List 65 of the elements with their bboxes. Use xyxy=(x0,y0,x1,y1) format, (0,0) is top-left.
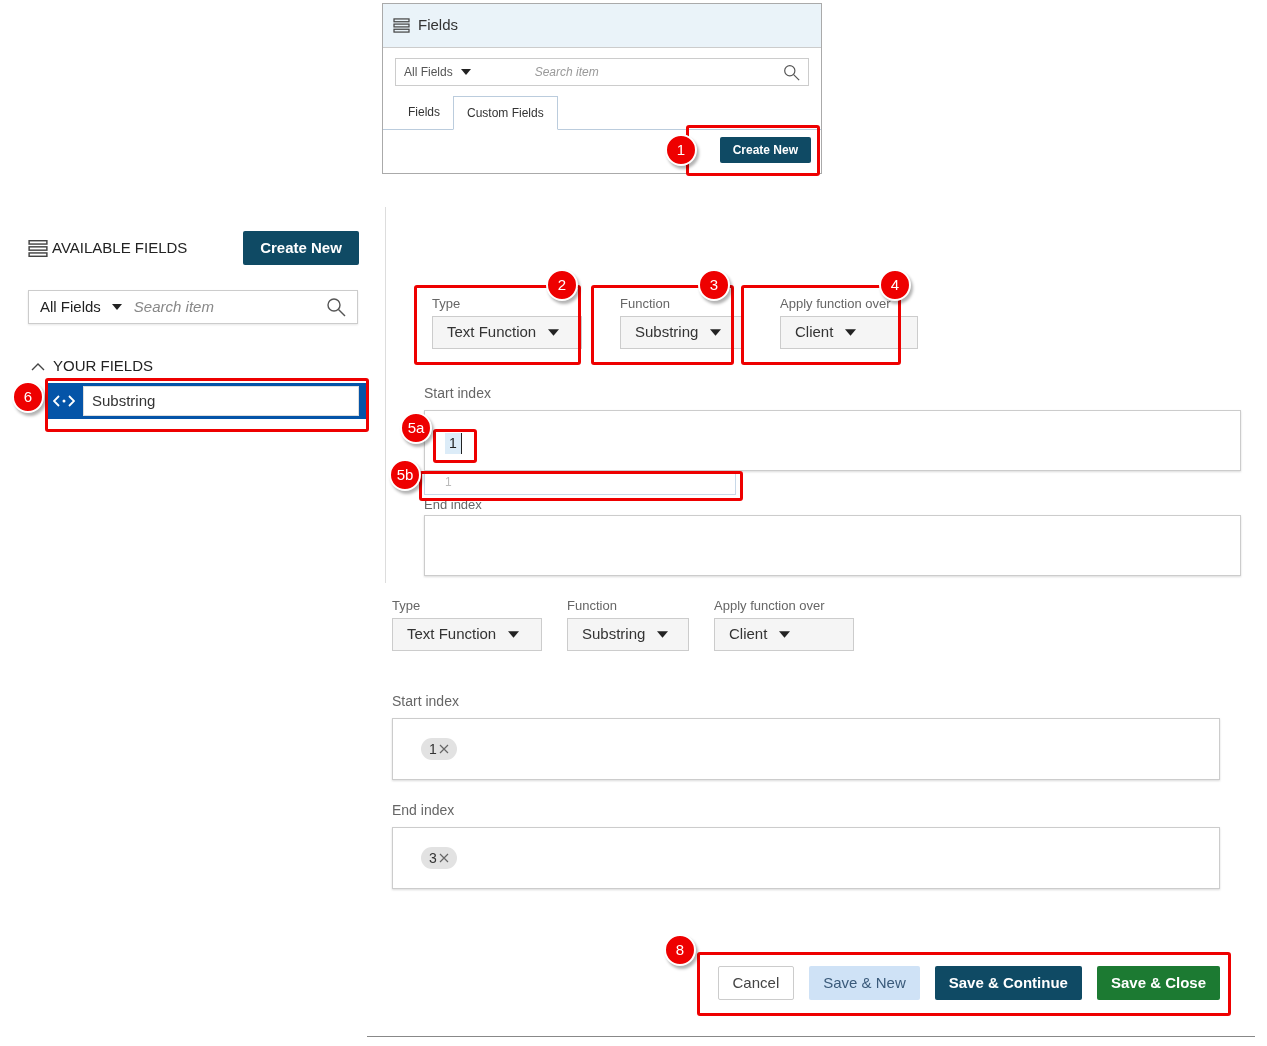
search-bar[interactable]: All Fields Search item xyxy=(28,290,358,324)
input-field[interactable]: 1 xyxy=(392,718,1220,780)
callout-number: 5a xyxy=(400,412,432,444)
action-button[interactable]: Save & Continue xyxy=(934,966,1082,1000)
dropdown[interactable]: Substring xyxy=(620,316,742,349)
highlight-frame xyxy=(433,429,477,463)
caret-icon xyxy=(548,329,560,336)
search-icon[interactable] xyxy=(783,63,800,81)
search-icon[interactable] xyxy=(326,297,346,317)
field-label: Start index xyxy=(392,692,460,711)
search-field[interactable]: Search item xyxy=(534,63,783,81)
caret-icon xyxy=(779,631,791,638)
field-label: Type xyxy=(392,597,422,615)
callout-number: 6 xyxy=(12,381,44,413)
caret-icon xyxy=(710,329,722,336)
value-chip: 3 xyxy=(421,847,457,869)
dropdown[interactable]: Text Function xyxy=(392,618,542,651)
input-field[interactable]: 3 xyxy=(392,827,1220,889)
tab[interactable]: Custom Fields xyxy=(453,96,558,130)
search-bar[interactable]: All Fields Search item xyxy=(395,58,809,86)
search-field[interactable]: Search item xyxy=(133,295,326,319)
field-label: Function xyxy=(620,295,671,313)
panel-title: Fields xyxy=(418,15,458,36)
filter-dropdown[interactable]: All Fields xyxy=(404,63,453,81)
field-label: Function xyxy=(567,597,618,615)
caret-icon xyxy=(110,304,123,310)
section-label: YOUR FIELDS xyxy=(53,356,154,376)
dropdown[interactable]: Client xyxy=(714,618,854,651)
value-chip: 1 xyxy=(421,738,457,760)
field-label: End index xyxy=(392,801,456,820)
typed-value: 1 xyxy=(445,433,462,454)
callout-number: 3 xyxy=(698,269,730,301)
input-field[interactable]: 1 xyxy=(424,410,1241,471)
section-title: AVAILABLE FIELDS xyxy=(52,237,188,258)
action-button[interactable]: Save & New xyxy=(809,966,920,1000)
create-new-button[interactable]: Create New xyxy=(243,231,359,265)
dropdown[interactable]: Client xyxy=(780,316,918,349)
input-field[interactable] xyxy=(424,515,1241,576)
list-icon xyxy=(28,238,48,258)
callout-number: 1 xyxy=(665,134,697,166)
code-icon xyxy=(53,394,75,407)
callout-number: 8 xyxy=(664,934,696,966)
field-label: Apply function over xyxy=(714,597,826,615)
field-name-input[interactable]: Substring xyxy=(83,385,359,416)
close-icon[interactable] xyxy=(438,853,449,863)
caret-icon xyxy=(460,69,471,75)
caret-icon xyxy=(508,631,520,638)
callout-number: 5b xyxy=(389,459,421,491)
create-new-button[interactable]: Create New xyxy=(719,137,811,163)
dropdown[interactable]: Text Function xyxy=(432,316,582,349)
tab[interactable]: Fields xyxy=(395,95,453,129)
field-label: Start index xyxy=(424,384,492,403)
field-item[interactable]: Substring xyxy=(45,382,367,419)
action-button[interactable]: Cancel xyxy=(717,966,795,1000)
caret-icon xyxy=(845,329,857,336)
caret-icon xyxy=(657,631,669,638)
field-label: Type xyxy=(432,295,462,313)
callout-number: 2 xyxy=(546,269,578,301)
callout-number: 4 xyxy=(879,269,911,301)
close-icon[interactable] xyxy=(438,744,449,754)
list-icon xyxy=(393,18,410,33)
filter-dropdown[interactable]: All Fields xyxy=(40,295,101,319)
action-button[interactable]: Save & Close xyxy=(1096,966,1220,1000)
dropdown[interactable]: Substring xyxy=(567,618,689,651)
chevron-icon[interactable] xyxy=(31,361,45,371)
